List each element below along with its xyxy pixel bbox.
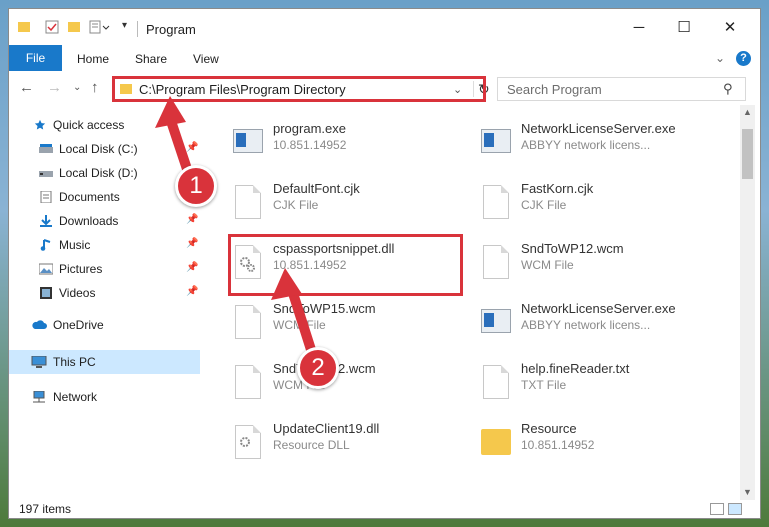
step-1-badge: 1 — [175, 165, 217, 207]
step-2-badge: 2 — [297, 347, 339, 389]
annotation-arrows — [155, 96, 318, 361]
